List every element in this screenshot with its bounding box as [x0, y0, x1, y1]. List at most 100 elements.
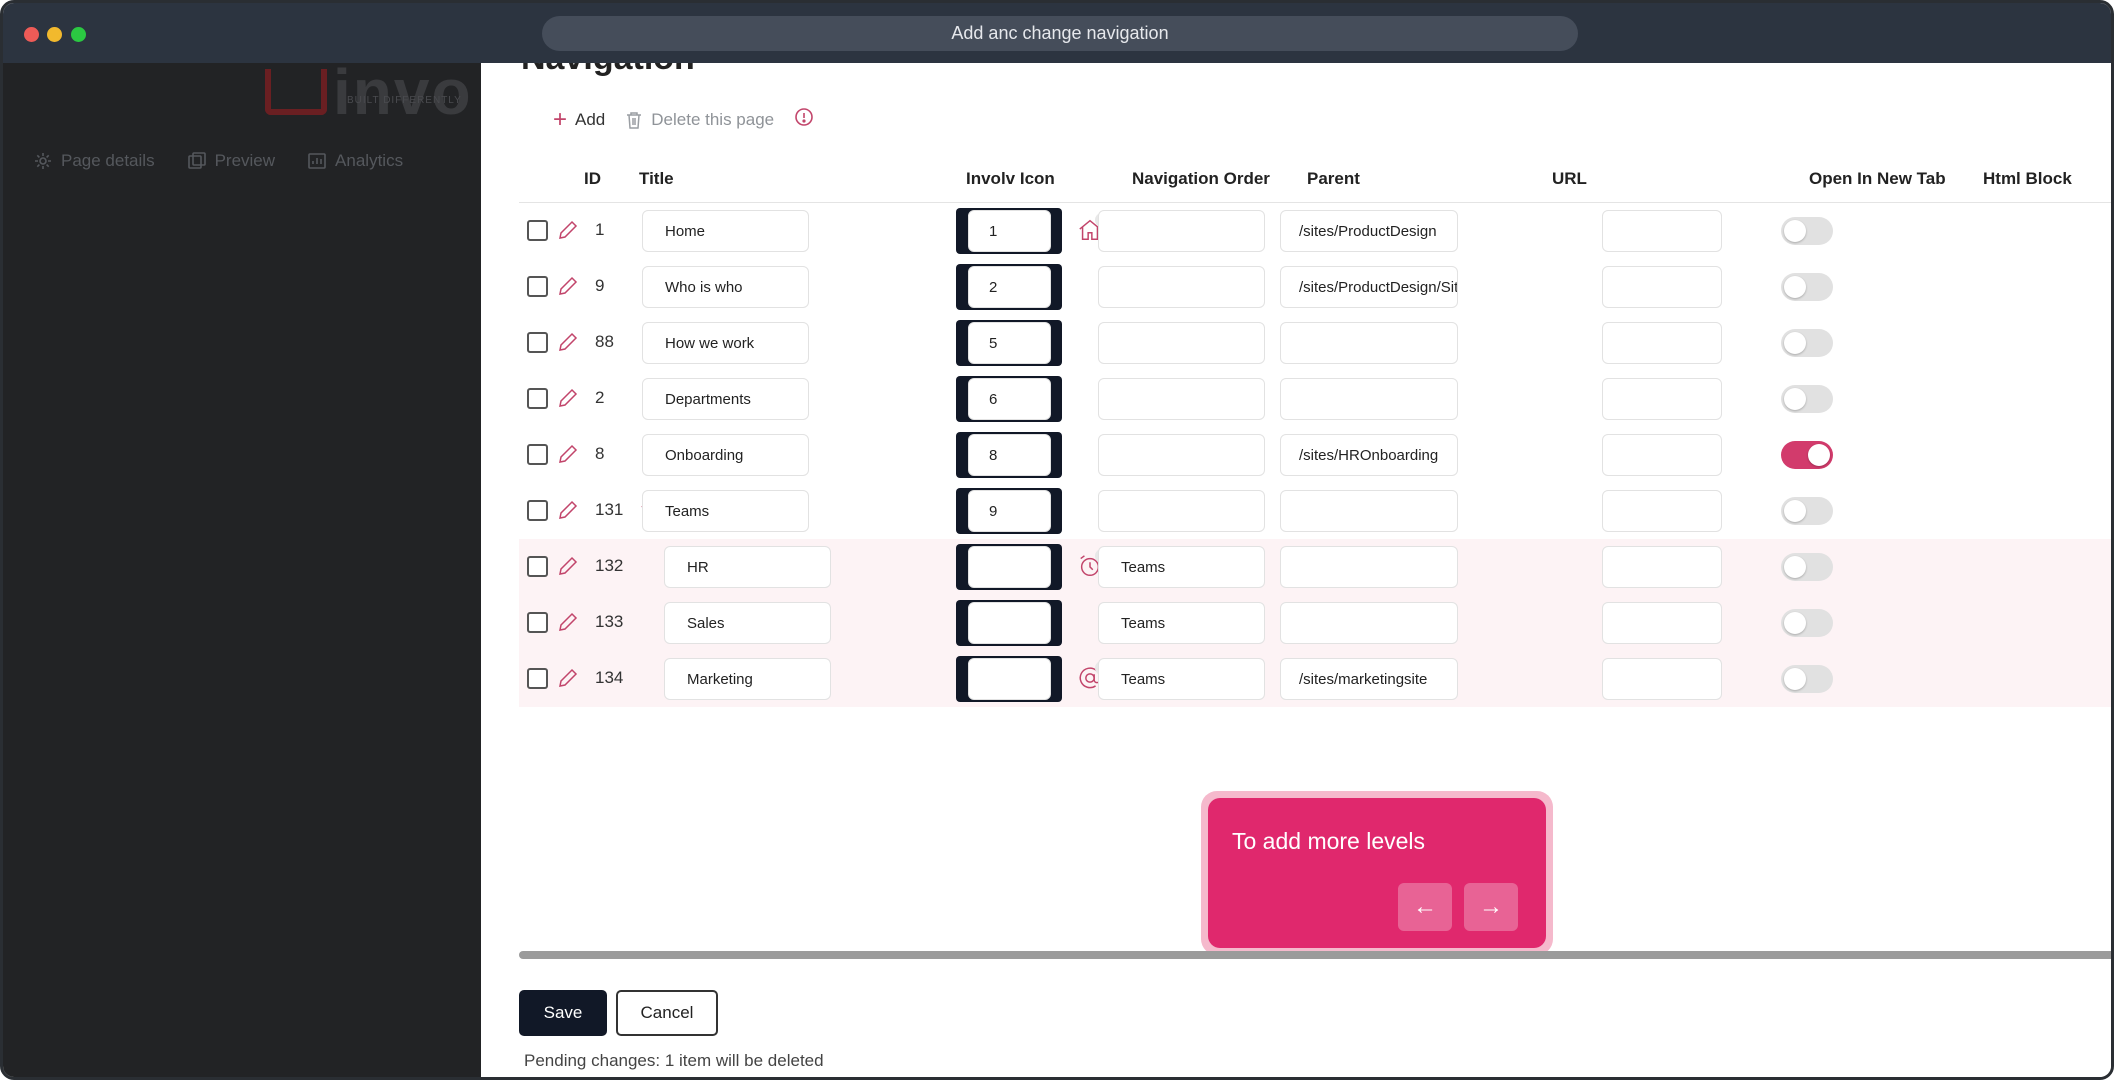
toggle-knob: [1784, 388, 1806, 410]
url-input[interactable]: [1280, 378, 1458, 420]
maximize-window-button[interactable]: [71, 27, 86, 42]
open-in-new-tab-toggle[interactable]: [1781, 329, 1833, 357]
title-input[interactable]: Who is who: [642, 266, 809, 308]
toggle-knob: [1784, 220, 1806, 242]
title-input[interactable]: HR: [664, 546, 831, 588]
trash-icon: [627, 111, 642, 129]
navigation-order-input[interactable]: 9: [968, 490, 1051, 532]
title-input[interactable]: Onboarding: [642, 434, 809, 476]
url-input[interactable]: /sites/ProductDesign/SitePa: [1280, 266, 1458, 308]
logo-subtitle: BUILT DIFFERENTLY: [347, 95, 462, 106]
cancel-button[interactable]: Cancel: [616, 990, 718, 1036]
html-block-input[interactable]: [1602, 546, 1722, 588]
html-block-input[interactable]: [1602, 658, 1722, 700]
logo-text: invo: [333, 63, 473, 128]
navigation-order-input[interactable]: 1: [968, 210, 1051, 252]
row-id: 133: [595, 612, 624, 631]
html-block-input[interactable]: [1602, 490, 1722, 532]
open-in-new-tab-toggle[interactable]: [1781, 665, 1833, 693]
navigation-order-input[interactable]: [968, 658, 1051, 700]
title-input[interactable]: How we work: [642, 322, 809, 364]
html-block-input[interactable]: [1602, 322, 1722, 364]
url-input[interactable]: [1280, 322, 1458, 364]
close-window-button[interactable]: [24, 27, 39, 42]
parent-input[interactable]: Teams: [1098, 602, 1265, 644]
row-checkbox[interactable]: [527, 332, 548, 353]
edit-pencil-icon[interactable]: [557, 611, 579, 633]
open-in-new-tab-toggle[interactable]: [1781, 217, 1833, 245]
navigation-order-input[interactable]: 5: [968, 322, 1051, 364]
edit-pencil-icon[interactable]: [557, 443, 579, 465]
callout-prev-button[interactable]: ←: [1398, 883, 1452, 931]
navigation-order-input[interactable]: 2: [968, 266, 1051, 308]
row-checkbox[interactable]: [527, 276, 548, 297]
edit-pencil-icon[interactable]: [557, 667, 579, 689]
delete-page-button[interactable]: Delete this page: [625, 110, 774, 130]
open-in-new-tab-toggle[interactable]: [1781, 497, 1833, 525]
title-input[interactable]: Home: [642, 210, 809, 252]
edit-pencil-icon[interactable]: [557, 387, 579, 409]
row-checkbox[interactable]: [527, 556, 548, 577]
navigation-order-input[interactable]: 8: [968, 434, 1051, 476]
callout-next-button[interactable]: →: [1464, 883, 1518, 931]
row-checkbox[interactable]: [527, 220, 548, 241]
address-bar[interactable]: Add anc change navigation: [542, 16, 1578, 51]
horizontal-scrollbar[interactable]: [519, 951, 2111, 959]
html-block-input[interactable]: [1602, 378, 1722, 420]
tab-preview[interactable]: Preview: [187, 151, 275, 171]
toggle-knob: [1808, 444, 1830, 466]
info-icon[interactable]: [794, 107, 814, 132]
url-input[interactable]: [1280, 490, 1458, 532]
open-in-new-tab-toggle[interactable]: [1781, 553, 1833, 581]
title-input[interactable]: Teams: [642, 490, 809, 532]
parent-input[interactable]: [1098, 490, 1265, 532]
open-in-new-tab-toggle[interactable]: [1781, 609, 1833, 637]
add-button[interactable]: + Add: [553, 105, 605, 133]
navigation-order-input[interactable]: [968, 546, 1051, 588]
table-row: 134MarketingChange×Teams/sites/marketing…: [519, 651, 2111, 707]
title-input[interactable]: Sales: [664, 602, 831, 644]
title-input[interactable]: Departments: [642, 378, 809, 420]
logo: invo: [265, 63, 473, 128]
url-input[interactable]: /sites/ProductDesign: [1280, 210, 1458, 252]
open-in-new-tab-toggle[interactable]: [1781, 385, 1833, 413]
row-checkbox[interactable]: [527, 500, 548, 521]
save-button[interactable]: Save: [519, 990, 607, 1036]
title-input[interactable]: Marketing: [664, 658, 831, 700]
minimize-window-button[interactable]: [47, 27, 62, 42]
html-block-input[interactable]: [1602, 602, 1722, 644]
parent-input[interactable]: [1098, 322, 1265, 364]
url-input[interactable]: [1280, 602, 1458, 644]
row-checkbox[interactable]: [527, 444, 548, 465]
parent-input[interactable]: [1098, 378, 1265, 420]
open-in-new-tab-toggle[interactable]: [1781, 441, 1833, 469]
url-input[interactable]: [1280, 546, 1458, 588]
table-row: 88How we workChange5: [519, 315, 2111, 371]
plus-icon: +: [553, 105, 568, 133]
html-block-input[interactable]: [1602, 210, 1722, 252]
url-input[interactable]: /sites/HROnboarding: [1280, 434, 1458, 476]
edit-pencil-icon[interactable]: [557, 499, 579, 521]
parent-input[interactable]: [1098, 266, 1265, 308]
row-checkbox[interactable]: [527, 388, 548, 409]
html-block-input[interactable]: [1602, 434, 1722, 476]
row-checkbox[interactable]: [527, 612, 548, 633]
parent-input[interactable]: Teams: [1098, 546, 1265, 588]
tab-page-details[interactable]: Page details: [33, 151, 155, 171]
parent-input[interactable]: Teams: [1098, 658, 1265, 700]
navigation-order-input[interactable]: [968, 602, 1051, 644]
navigation-order-input[interactable]: 6: [968, 378, 1051, 420]
tab-analytics[interactable]: Analytics: [307, 151, 403, 171]
parent-input[interactable]: [1098, 434, 1265, 476]
edit-pencil-icon[interactable]: [557, 219, 579, 241]
parent-input[interactable]: [1098, 210, 1265, 252]
url-input[interactable]: /sites/marketingsite: [1280, 658, 1458, 700]
edit-pencil-icon[interactable]: [557, 331, 579, 353]
page-tabs: Page details Preview Analytics: [33, 151, 403, 171]
edit-pencil-icon[interactable]: [557, 555, 579, 577]
row-checkbox[interactable]: [527, 668, 548, 689]
toggle-knob: [1784, 500, 1806, 522]
open-in-new-tab-toggle[interactable]: [1781, 273, 1833, 301]
edit-pencil-icon[interactable]: [557, 275, 579, 297]
html-block-input[interactable]: [1602, 266, 1722, 308]
